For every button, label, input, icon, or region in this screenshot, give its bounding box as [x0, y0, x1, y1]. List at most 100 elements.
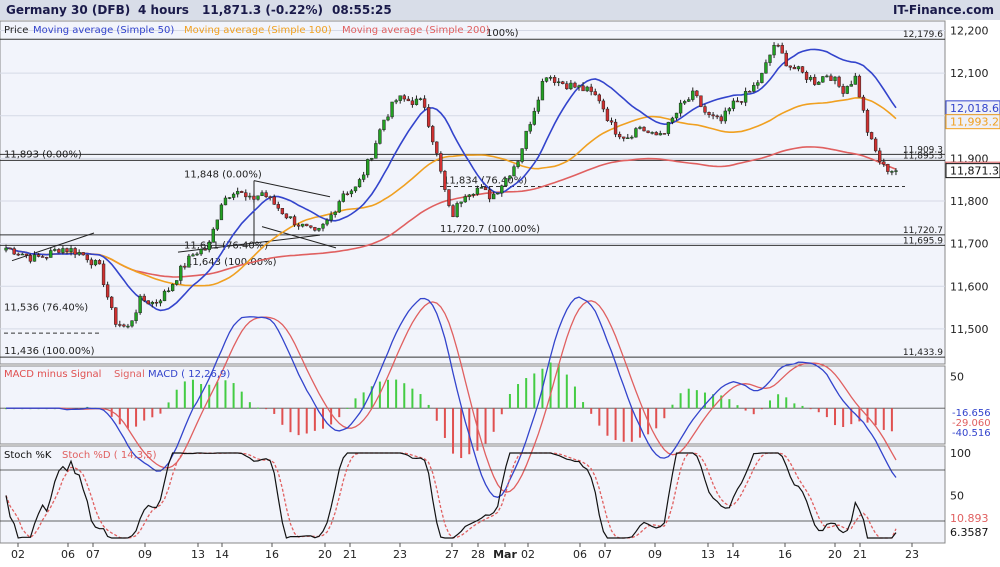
macd-hist-bar: [874, 408, 877, 426]
candle-down: [581, 85, 585, 92]
instrument-title: Germany 30 (DFB): [6, 3, 130, 17]
candle-up: [670, 117, 675, 123]
x-axis-label: 23: [393, 548, 407, 561]
candle-down: [739, 101, 744, 103]
macd-hist-bar: [533, 373, 536, 409]
candle-up: [833, 76, 837, 81]
candle-down: [654, 132, 658, 136]
price-tags: 12,018.611,993.211,874.711,871.3: [945, 100, 1000, 179]
candle-down: [451, 205, 455, 218]
legend-stoch-k: Stoch %K: [4, 450, 52, 461]
candle-up: [179, 265, 183, 281]
macd-hist-bar: [443, 408, 446, 438]
candle-up: [162, 290, 167, 302]
macd-hist-bar: [289, 408, 292, 433]
price-tag: 12,018.6: [950, 102, 999, 115]
candle-up: [626, 137, 630, 140]
candle-up: [248, 195, 252, 198]
macd-hist-bar: [143, 408, 146, 421]
x-axis-label: 07: [598, 548, 612, 561]
macd-hist-bar: [126, 408, 129, 429]
candle-down: [711, 114, 715, 117]
candle-down: [154, 301, 159, 304]
candle-down: [780, 45, 784, 54]
candle-down: [264, 192, 268, 198]
fib-annotation: 11,536 (76.40%): [4, 303, 88, 314]
candle-up: [414, 98, 419, 105]
macd-hist-bar: [191, 379, 194, 409]
candle-down: [662, 133, 667, 135]
candle-down: [878, 150, 882, 163]
candle-up: [650, 132, 654, 134]
macd-tag: -40.516: [952, 428, 991, 439]
candle-down: [12, 248, 16, 255]
candle-up: [366, 159, 370, 176]
candle-up: [32, 254, 37, 262]
macd-hist-bar: [135, 408, 138, 427]
macd-hist-bar: [638, 408, 641, 438]
x-axis-label: 13: [191, 548, 205, 561]
candle-up: [166, 290, 171, 293]
macd-hist-bar: [752, 408, 755, 415]
candle-up: [69, 248, 73, 252]
candle-up: [4, 247, 8, 251]
macd-hist-bar: [175, 389, 178, 409]
macd-hist-bar: [557, 364, 560, 409]
candle-down: [435, 141, 439, 154]
candle-down: [735, 100, 740, 103]
candle-down: [8, 247, 12, 250]
candle-down: [703, 106, 707, 113]
macd-hist-bar: [655, 408, 658, 429]
candle-down: [622, 136, 626, 139]
candle-down: [345, 193, 350, 196]
x-axis-label: 16: [778, 548, 792, 561]
candle-up: [743, 91, 748, 103]
candle-up: [256, 195, 260, 200]
candle-up: [536, 99, 541, 112]
macd-hist-bar: [785, 397, 788, 409]
fib-annotation: 11,848 (0.00%): [184, 170, 262, 181]
candle-down: [886, 163, 890, 172]
candle-up: [341, 193, 345, 202]
macd-hist-bar: [281, 408, 284, 425]
stoch-axis-label: 100: [950, 447, 971, 460]
candle-down: [28, 255, 33, 262]
x-axis-label: Mar: [493, 548, 517, 561]
candle-up: [557, 81, 561, 84]
candle-up: [630, 136, 634, 139]
candle-up: [349, 190, 354, 195]
candle-down: [57, 249, 61, 253]
macd-hist-bar: [403, 383, 406, 409]
candle-down: [605, 108, 610, 121]
candle-up: [93, 260, 98, 266]
candle-up: [691, 90, 695, 100]
legend-stoch-d: Stoch %D ( 14,3,5): [62, 450, 157, 461]
candle-up: [394, 100, 398, 103]
legend-sma100: Moving average (Simple 100): [184, 25, 332, 36]
candle-down: [142, 295, 146, 301]
candle-up: [752, 85, 756, 92]
candle-up: [382, 119, 386, 130]
x-axis-label: 20: [828, 548, 842, 561]
macd-hist-bar: [508, 394, 511, 409]
candle-down: [406, 98, 411, 102]
candle-down: [873, 138, 878, 152]
candle-up: [386, 116, 390, 121]
candle-up: [500, 185, 504, 194]
level-label: 11,720.7 (100.00%): [440, 224, 540, 235]
x-axis-label: 02: [521, 548, 535, 561]
candle-down: [114, 307, 118, 325]
macd-hist-bar: [500, 408, 503, 415]
chart-canvas: Germany 30 (DFB) 4 hours 11,871.3 (-0.22…: [0, 0, 1000, 561]
candle-up: [329, 214, 333, 221]
x-axis-label: 16: [265, 548, 279, 561]
price-axis-label: 11,800: [950, 195, 989, 208]
candle-up: [491, 193, 496, 200]
candle-down: [85, 254, 89, 261]
price-axis-label: 11,600: [950, 280, 989, 293]
macd-hist-bar: [232, 383, 235, 409]
candle-down: [617, 133, 622, 138]
candle-down: [565, 83, 569, 90]
candle-up: [825, 75, 829, 78]
candle-down: [573, 82, 577, 88]
